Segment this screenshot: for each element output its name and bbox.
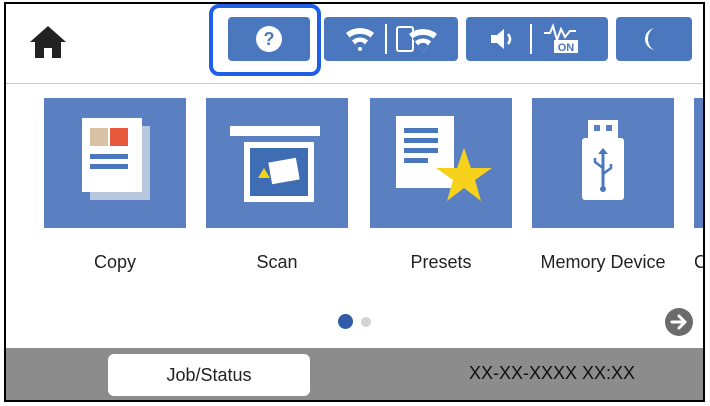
page-indicator (338, 314, 371, 329)
function-tiles: Copy Scan Presets Memory Device (6, 98, 703, 288)
home-button[interactable] (26, 22, 70, 62)
tile-copy-label: Copy (93, 252, 137, 272)
tile-presets[interactable]: Presets (370, 98, 512, 288)
next-page-button[interactable] (664, 307, 694, 337)
tile-presets-label: Presets (410, 252, 472, 272)
page-dot-inactive (361, 316, 371, 327)
bottom-bar: Job/Status XX-XX-XXXX XX:XX (6, 348, 703, 400)
tile-memory-box (532, 98, 674, 228)
sound-settings-button[interactable]: ON (466, 17, 608, 61)
tile-memory-device[interactable]: Memory Device (532, 98, 674, 288)
separator (530, 24, 532, 54)
next-arrow-icon (665, 308, 693, 336)
job-status-button[interactable]: Job/Status (108, 354, 310, 396)
tile-copy-box (44, 98, 186, 228)
usb-memory-icon (582, 120, 624, 200)
copy-icon (82, 118, 150, 200)
quiet-mode-icon: ON (544, 23, 578, 54)
wifi-icon (346, 27, 374, 51)
sleep-button[interactable] (616, 17, 692, 61)
printer-control-panel: ? ON Copy Scan Presets Memory Device Job… (4, 2, 705, 402)
tile-copy[interactable]: Copy (44, 98, 186, 288)
network-status-button[interactable] (324, 17, 458, 61)
speaker-icon (491, 29, 512, 49)
tile-presets-box (370, 98, 512, 228)
page-dot-active (338, 314, 353, 329)
home-icon (30, 26, 66, 58)
moon-icon (645, 28, 656, 50)
tile-next-partial[interactable]: C (694, 98, 703, 288)
scan-icon (230, 126, 320, 202)
tile-partial-label: C (694, 252, 703, 273)
date-time-display: XX-XX-XXXX XX:XX (468, 363, 636, 383)
top-status-bar: ? ON (6, 4, 703, 84)
tile-memory-label: Memory Device (540, 252, 666, 272)
presets-star-icon (396, 116, 492, 201)
tile-partial-box (694, 98, 703, 228)
help-highlight-frame (209, 4, 321, 76)
wifi-direct-icon (396, 26, 437, 52)
tile-scan[interactable]: Scan (206, 98, 348, 288)
quiet-mode-badge: ON (558, 42, 575, 54)
tile-scan-label: Scan (256, 252, 298, 272)
tile-scan-box (206, 98, 348, 228)
separator (385, 24, 387, 54)
